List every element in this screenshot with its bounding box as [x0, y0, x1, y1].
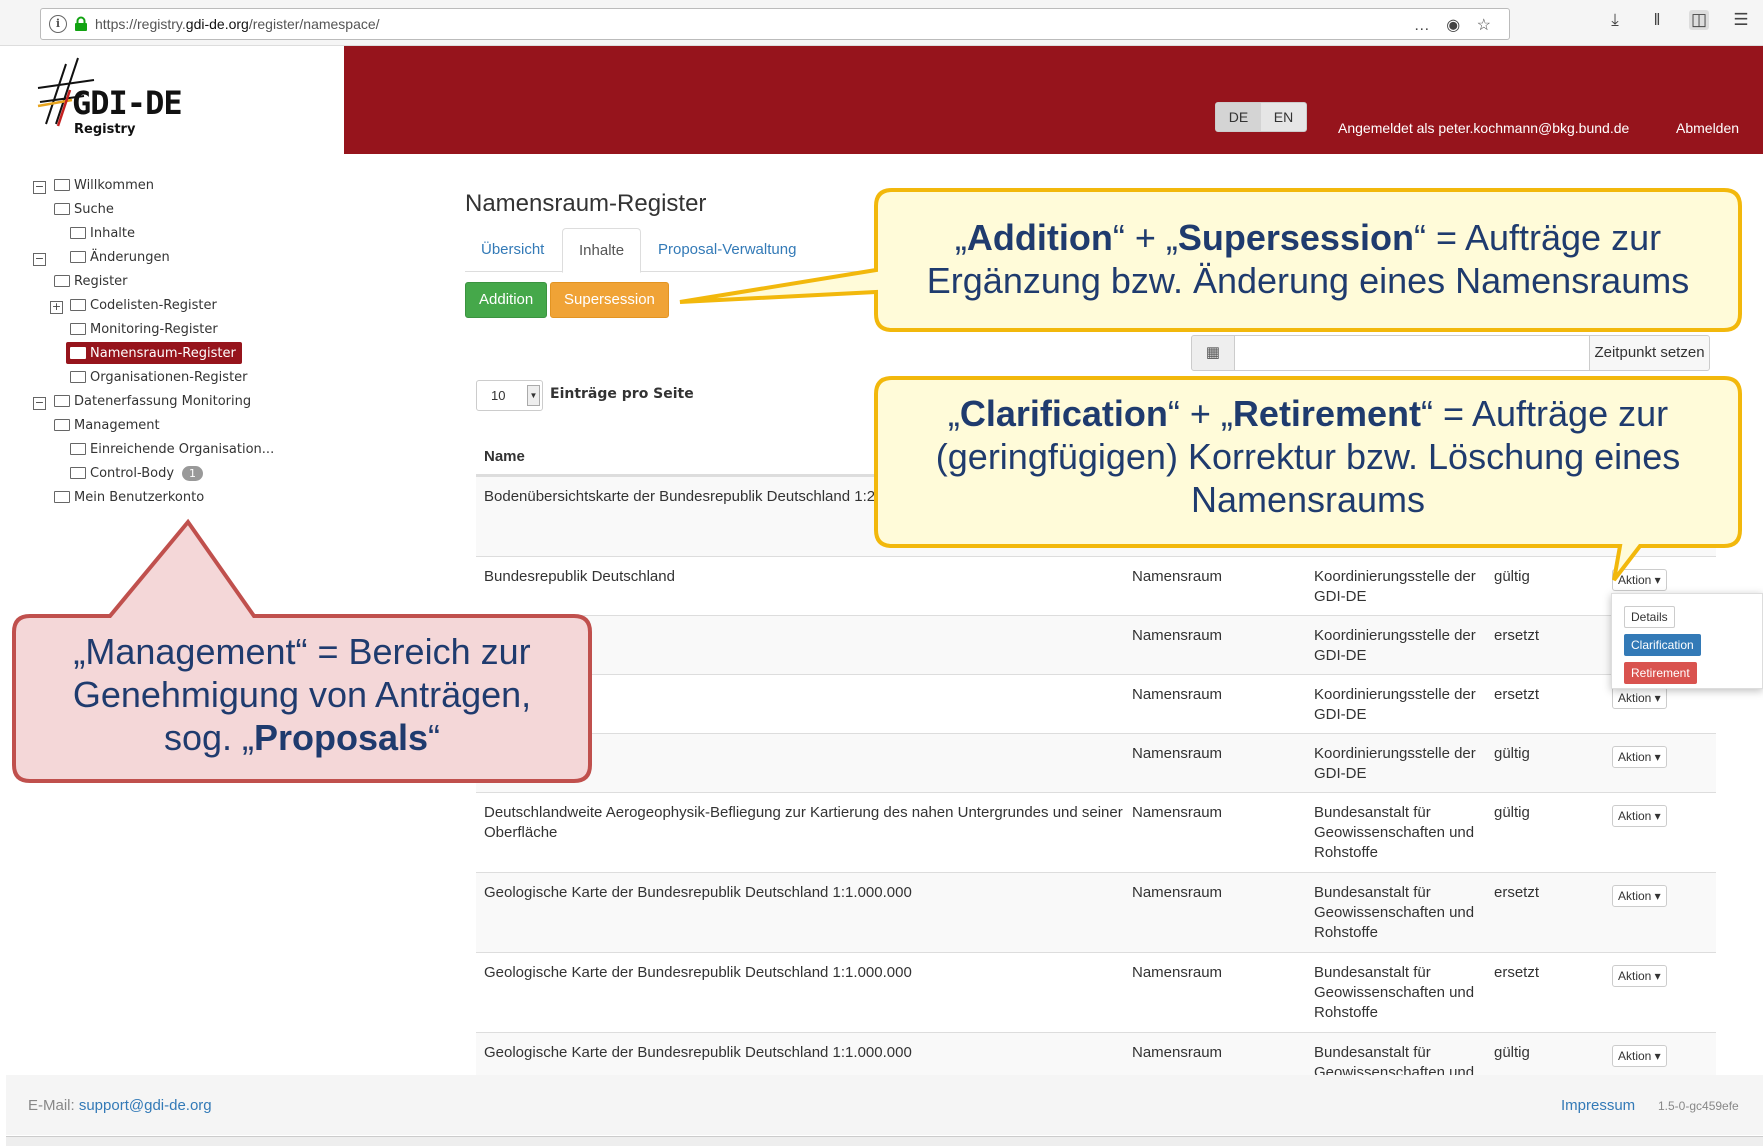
- callout-addition-text: „Addition“ + „Supersession“ = Aufträge z…: [926, 217, 1690, 302]
- callout-clarification-text: „Clarification“ + „Retirement“ = Aufträg…: [935, 393, 1681, 521]
- callout-management-text: „Management“ = Bereich zur Genehmigung v…: [72, 631, 532, 759]
- callout-shapes: [12, 188, 1742, 783]
